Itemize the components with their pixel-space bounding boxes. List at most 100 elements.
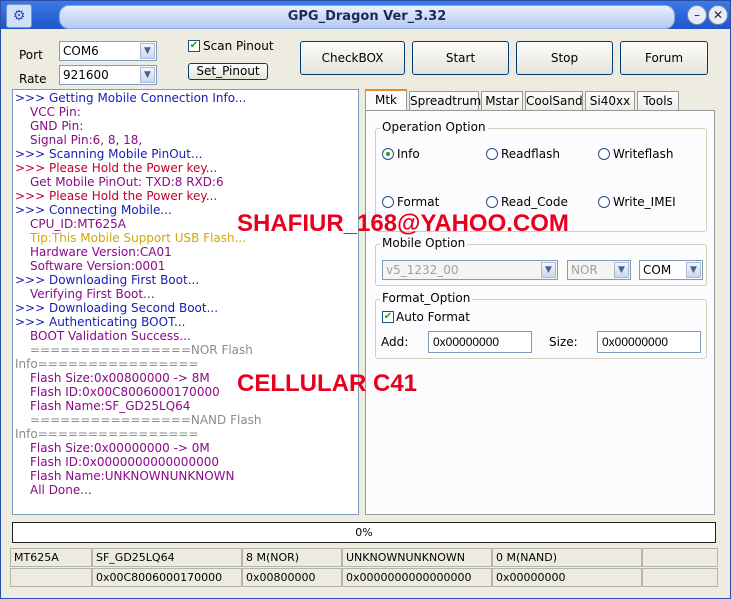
chevron-down-icon[interactable]: ▼ bbox=[686, 262, 701, 278]
status-row-2: 0x00C8006000170000 0x00800000 0x0000000000… bbox=[10, 568, 718, 587]
tab-spreadtrum[interactable]: Spreadtrum bbox=[409, 91, 481, 110]
scan-pinout-label: Scan Pinout bbox=[203, 39, 274, 53]
close-button[interactable]: ✕ bbox=[708, 5, 728, 25]
tab-tools[interactable]: Tools bbox=[637, 91, 679, 110]
format-option-title: Format_Option bbox=[380, 291, 473, 305]
radio-label: Read_Code bbox=[501, 195, 568, 209]
chevron-down-icon[interactable]: ▼ bbox=[541, 262, 556, 278]
radio-read-code[interactable] bbox=[486, 196, 498, 208]
auto-format-checkbox[interactable]: ✔ bbox=[382, 311, 394, 323]
log-line: Flash Size:0x00000000 -> 0M bbox=[30, 441, 210, 455]
format-option-group: Format_Option ✔ Auto Format Add: Size: bbox=[375, 291, 707, 359]
mobile-option-title: Mobile Option bbox=[380, 236, 468, 250]
rate-label: Rate bbox=[19, 72, 47, 86]
status-cell: SF_GD25LQ64 bbox=[92, 548, 242, 567]
size-label: Size: bbox=[549, 335, 578, 349]
minimize-button[interactable]: – bbox=[687, 5, 707, 25]
log-line: ================NOR Flash bbox=[30, 343, 253, 357]
radio-label: Format bbox=[397, 195, 440, 209]
size-input[interactable] bbox=[597, 331, 701, 353]
chevron-down-icon[interactable]: ▼ bbox=[140, 43, 155, 59]
status-cell: UNKNOWNUNKNOWN bbox=[342, 548, 492, 567]
log-line: >>> Please Hold the Power key... bbox=[15, 189, 218, 203]
mobile-model-select[interactable]: v5_1232_00 ▼ bbox=[382, 260, 558, 280]
status-cell: 0x00800000 bbox=[242, 568, 342, 587]
checkbox-button[interactable]: CheckBOX bbox=[300, 41, 405, 75]
app-icon: ⚙ bbox=[6, 4, 32, 28]
radio-label: Readflash bbox=[501, 147, 560, 161]
log-line: VCC Pin: bbox=[30, 105, 81, 119]
radio-label: Info bbox=[397, 147, 420, 161]
rate-select[interactable]: 921600 ▼ bbox=[59, 65, 157, 85]
log-line: Info================ bbox=[15, 357, 199, 371]
scan-pinout-checkbox[interactable]: ✔ bbox=[188, 40, 200, 52]
log-line: >>> Getting Mobile Connection Info... bbox=[15, 91, 247, 105]
log-line: Hardware Version:CA01 bbox=[30, 245, 172, 259]
status-cell: 0x00C8006000170000 bbox=[92, 568, 242, 587]
log-line: Info================ bbox=[15, 427, 199, 441]
progress-bar: 0% bbox=[12, 522, 716, 543]
log-pane[interactable]: >>> Getting Mobile Connection Info... VCC… bbox=[12, 89, 359, 515]
checkmark-icon: ✔ bbox=[383, 311, 393, 322]
radio-readflash[interactable] bbox=[486, 148, 498, 160]
port-value: COM6 bbox=[63, 44, 99, 58]
log-line: >>> Please Hold the Power key... bbox=[15, 161, 218, 175]
log-line: Signal Pin:6, 8, 18, bbox=[30, 133, 143, 147]
auto-format-label: Auto Format bbox=[396, 310, 470, 324]
add-label: Add: bbox=[381, 335, 409, 349]
mobile-option-group: Mobile Option v5_1232_00 ▼ NOR ▼ COM ▼ bbox=[375, 236, 707, 286]
log-line: Flash ID:0x00C8006000170000 bbox=[30, 385, 220, 399]
tab-mtk[interactable]: Mtk bbox=[365, 89, 407, 111]
chevron-down-icon[interactable]: ▼ bbox=[140, 67, 155, 83]
add-input[interactable] bbox=[428, 331, 532, 353]
log-line: Flash Name:UNKNOWNUNKNOWN bbox=[30, 469, 235, 483]
status-cell bbox=[10, 568, 92, 587]
tab-panel-mtk: Operation Option Info Readflash Writeflash… bbox=[365, 110, 715, 515]
chevron-down-icon[interactable]: ▼ bbox=[614, 262, 629, 278]
mobile-model-value: v5_1232_00 bbox=[386, 263, 459, 277]
log-line: CPU_ID:MT625A bbox=[30, 217, 127, 231]
flash-type-value: NOR bbox=[571, 263, 598, 277]
log-line: >>> Authenticating BOOT... bbox=[15, 315, 186, 329]
mobile-port-value: COM bbox=[643, 263, 672, 277]
set-pinout-button[interactable]: Set_Pinout bbox=[188, 63, 268, 80]
stop-button[interactable]: Stop bbox=[516, 41, 613, 75]
radio-info[interactable] bbox=[382, 148, 394, 160]
flash-type-select[interactable]: NOR ▼ bbox=[567, 260, 631, 280]
forum-button[interactable]: Forum bbox=[620, 41, 708, 75]
mobile-port-select[interactable]: COM ▼ bbox=[639, 260, 703, 280]
port-select[interactable]: COM6 ▼ bbox=[59, 41, 157, 61]
title-bar[interactable]: ⚙ GPG_Dragon Ver_3.32 – ✕ bbox=[1, 1, 730, 29]
status-row-1: MT625A SF_GD25LQ64 8 M(NOR) UNKNOWNUNKNOWN 0… bbox=[10, 548, 718, 567]
radio-write-imei[interactable] bbox=[598, 196, 610, 208]
status-cell: 0 M(NAND) bbox=[492, 548, 642, 567]
log-line: Software Version:0001 bbox=[30, 259, 166, 273]
checkmark-icon: ✔ bbox=[189, 40, 199, 51]
status-cell: 0x0000000000000000 bbox=[342, 568, 492, 587]
start-button[interactable]: Start bbox=[412, 41, 509, 75]
log-line: All Done... bbox=[30, 483, 92, 497]
log-line: >>> Downloading Second Boot... bbox=[15, 301, 219, 315]
tab-si40xx[interactable]: Si40xx bbox=[585, 91, 635, 110]
tab-coolsand[interactable]: CoolSand bbox=[525, 91, 583, 110]
log-line: Verifying First Boot... bbox=[30, 287, 155, 301]
status-cell: MT625A bbox=[10, 548, 92, 567]
log-line: >>> Connecting Mobile... bbox=[15, 203, 172, 217]
log-line: >>> Scanning Mobile PinOut... bbox=[15, 147, 203, 161]
log-line: >>> Downloading First Boot... bbox=[15, 273, 200, 287]
radio-format[interactable] bbox=[382, 196, 394, 208]
status-cell bbox=[642, 548, 718, 567]
window-title: GPG_Dragon Ver_3.32 bbox=[287, 9, 447, 24]
minimize-icon: – bbox=[694, 8, 700, 22]
status-cell bbox=[642, 568, 718, 587]
tab-mstar[interactable]: Mstar bbox=[481, 91, 523, 110]
radio-label: Write_IMEI bbox=[613, 195, 676, 209]
port-label: Port bbox=[19, 48, 43, 62]
phone-model-watermark: CELLULAR C41 bbox=[237, 370, 418, 397]
close-icon: ✕ bbox=[712, 8, 724, 22]
log-line: ================NAND Flash bbox=[30, 413, 262, 427]
radio-writeflash[interactable] bbox=[598, 148, 610, 160]
log-line: GND Pin: bbox=[30, 119, 84, 133]
log-line: Get Mobile PinOut: TXD:8 RXD:6 bbox=[30, 175, 224, 189]
operation-option-title: Operation Option bbox=[380, 120, 488, 134]
